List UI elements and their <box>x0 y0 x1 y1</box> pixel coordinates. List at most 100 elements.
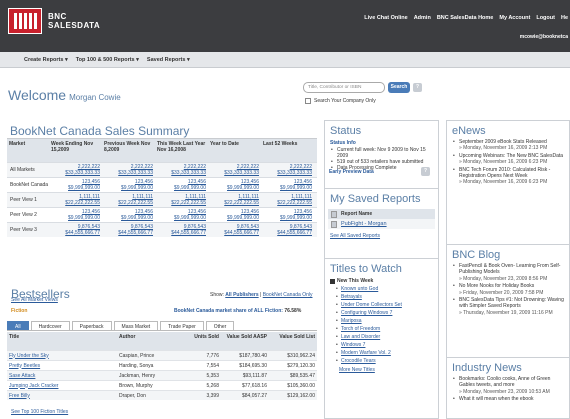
sales-cell: 123,456 $9,999,999.00 <box>49 179 102 191</box>
topnav-help[interactable]: He <box>561 15 568 21</box>
sales-cell: 2,222,222 $33,333,333.33 <box>155 164 208 176</box>
title-link[interactable]: Pretty Beetles <box>7 363 117 369</box>
list-item: Crocodile Tears <box>325 357 438 365</box>
title-to-watch-link[interactable]: Crocodile Tears <box>341 358 376 364</box>
title-to-watch-link[interactable]: Known unto God <box>341 286 378 292</box>
show-all-publishers-link[interactable]: All Publishers <box>225 292 258 298</box>
sales-value-link[interactable]: $33,333,333.33 <box>261 170 312 176</box>
early-preview-help-icon[interactable]: ? <box>421 167 430 176</box>
title-to-watch-link[interactable]: Mariposa <box>341 318 362 324</box>
search-button[interactable]: Search <box>388 82 410 93</box>
bs-header-title: Title <box>9 334 20 340</box>
search-help-icon[interactable]: ? <box>413 83 422 92</box>
sales-cell: 9,876,543 $44,555,666.77 <box>49 224 102 236</box>
logo-line-2: SALESDATA <box>48 21 101 30</box>
sales-value-link[interactable]: $22,222,222.55 <box>49 200 100 206</box>
sales-value-link[interactable]: $44,555,666.77 <box>49 230 100 236</box>
title-link[interactable]: Sase Attack <box>7 373 117 379</box>
sales-value-link[interactable]: $9,999,999.00 <box>49 185 100 191</box>
topnav-my-account[interactable]: My Account <box>499 15 530 21</box>
search-input[interactable]: Title, Contributor or ISBN <box>303 82 385 93</box>
news-headline-link[interactable]: BNC SalesData Tips #1: Not Drowning: Wav… <box>459 297 565 310</box>
tab-paperback[interactable]: Paperback <box>71 321 112 330</box>
sales-value-link[interactable]: $44,555,666.77 <box>261 230 312 236</box>
sales-value-link[interactable]: $33,333,333.33 <box>49 170 100 176</box>
sales-value-link[interactable]: $44,555,666.77 <box>208 230 259 236</box>
title-link[interactable]: Free Billy <box>7 393 117 399</box>
market-share-value: 76.58% <box>284 308 302 314</box>
sales-value-link[interactable]: $9,999,999.00 <box>49 215 100 221</box>
user-email: mcowie@booknetca <box>519 34 568 40</box>
tab-mass-market[interactable]: Mass Market <box>113 321 159 330</box>
bs-header-list: Value Sold List <box>279 334 315 340</box>
sales-cell: 123,456 $9,999,999.00 <box>49 209 102 221</box>
sales-value-link[interactable]: $9,999,999.00 <box>102 185 153 191</box>
tab-trade-paper[interactable]: Trade Paper <box>160 321 204 330</box>
show-booknet-only-link[interactable]: BookNet Canada Only <box>263 292 313 298</box>
topnav-home[interactable]: BNC SalesData Home <box>437 15 494 21</box>
sales-header-last-year: This Week Last Year Nov 16,2008 <box>157 141 206 153</box>
tab-all[interactable]: All <box>7 321 29 330</box>
sales-value-link[interactable]: $9,999,999.00 <box>155 215 206 221</box>
early-preview-link[interactable]: Early Preview Data <box>329 169 374 175</box>
sales-value-link[interactable]: $9,999,999.00 <box>208 215 259 221</box>
sales-value-link[interactable]: $9,999,999.00 <box>208 185 259 191</box>
sales-value-link[interactable]: $44,555,666.77 <box>155 230 206 236</box>
sales-value-link[interactable]: $44,555,666.77 <box>102 230 153 236</box>
sales-value-link[interactable]: $9,999,999.00 <box>261 215 312 221</box>
checkbox-icon[interactable] <box>305 98 311 104</box>
units-cell: 3,399 <box>206 392 219 399</box>
sales-cell: 123,456 $9,999,999.00 <box>208 179 261 191</box>
blog-title: BNC Blog <box>452 249 501 261</box>
saved-report-row[interactable]: PubFight - Morgan <box>328 219 435 229</box>
title-to-watch-link[interactable]: Windows 7 <box>341 342 365 348</box>
sales-value-link[interactable]: $22,222,222.55 <box>261 200 312 206</box>
title-link[interactable]: Jumping Jack Cracker <box>7 383 117 389</box>
topnav-admin[interactable]: Admin <box>414 15 431 21</box>
company-only-checkbox[interactable]: Search Your Company Only <box>305 98 376 104</box>
list-item: BNC SalesData Tips #1: Not Drowning: Wav… <box>447 297 569 316</box>
sales-cell: 9,876,543 $44,555,666.77 <box>155 224 208 236</box>
menu-create-reports[interactable]: Create Reports ▾ <box>24 57 68 63</box>
topnav-live-chat[interactable]: Live Chat Online <box>364 15 407 21</box>
sales-cell: 9,876,543 $44,555,666.77 <box>261 224 314 236</box>
title-to-watch-link[interactable]: Configuring Windows 7 <box>341 310 392 316</box>
sales-cell: 123,456 $9,999,999.00 <box>261 209 314 221</box>
report-icon <box>331 210 337 218</box>
sales-value-link[interactable]: $9,999,999.00 <box>155 185 206 191</box>
tab-hardcover[interactable]: Hardcover <box>30 321 70 330</box>
news-headline-link[interactable]: FastPencil & Book Oven- Learning From Se… <box>459 263 565 276</box>
menu-top-reports[interactable]: Top 100 & 500 Reports ▾ <box>76 57 139 63</box>
sales-value-link[interactable]: $22,222,222.55 <box>102 200 153 206</box>
sales-value-link[interactable]: $33,333,333.33 <box>208 170 259 176</box>
aasp-cell: $93,111.87 <box>242 372 267 379</box>
blog-panel: BNC Blog FastPencil & Book Oven- Learnin… <box>446 244 570 364</box>
sales-value-link[interactable]: $22,222,222.55 <box>155 200 206 206</box>
more-new-titles-link[interactable]: More New Titles <box>339 367 375 373</box>
all-saved-reports-link[interactable]: See All Saved Reports <box>330 233 380 239</box>
title-to-watch-link[interactable]: Betrayals <box>341 294 362 300</box>
menu-saved-reports[interactable]: Saved Reports ▾ <box>147 57 190 63</box>
bs-header-author: Author <box>119 334 136 340</box>
sales-value-link[interactable]: $33,333,333.33 <box>155 170 206 176</box>
list-item: Law and Disorder <box>325 333 438 341</box>
title-to-watch-link[interactable]: Law and Disorder <box>341 334 380 340</box>
title-link[interactable]: Fly Under the Sky <box>7 353 117 359</box>
bnc-salesdata-logo[interactable]: BNC SALESDATA <box>8 8 100 34</box>
news-headline-link[interactable]: What it will mean when the ebook <box>459 396 565 402</box>
sales-value-link[interactable]: $9,999,999.00 <box>261 185 312 191</box>
saved-report-link[interactable]: PubFight - Morgan <box>341 221 387 227</box>
title-to-watch-link[interactable]: Under Dome Collectors Set <box>341 302 402 308</box>
top-100-fiction-link[interactable]: See Top 100 Fiction Titles <box>11 409 68 415</box>
sales-value-link[interactable]: $9,999,999.00 <box>102 215 153 221</box>
sales-value-link[interactable]: $33,333,333.33 <box>102 170 153 176</box>
tab-other[interactable]: Other <box>205 321 235 330</box>
title-to-watch-link[interactable]: Torch of Freedom <box>341 326 380 332</box>
logo-mark-icon <box>8 8 42 34</box>
sales-value-link[interactable]: $22,222,222.55 <box>208 200 259 206</box>
news-headline-link[interactable]: BNC Tech Forum 2010: Calculated Risk - R… <box>459 167 565 180</box>
title-to-watch-link[interactable]: Modern Warfare Vol. 2 <box>341 350 391 356</box>
list-cell: $129,162.00 <box>287 392 315 399</box>
news-headline-link[interactable]: Bookmarks: Coolio cooks, Anne of Green G… <box>459 376 565 389</box>
topnav-logout[interactable]: Logout <box>536 15 555 21</box>
